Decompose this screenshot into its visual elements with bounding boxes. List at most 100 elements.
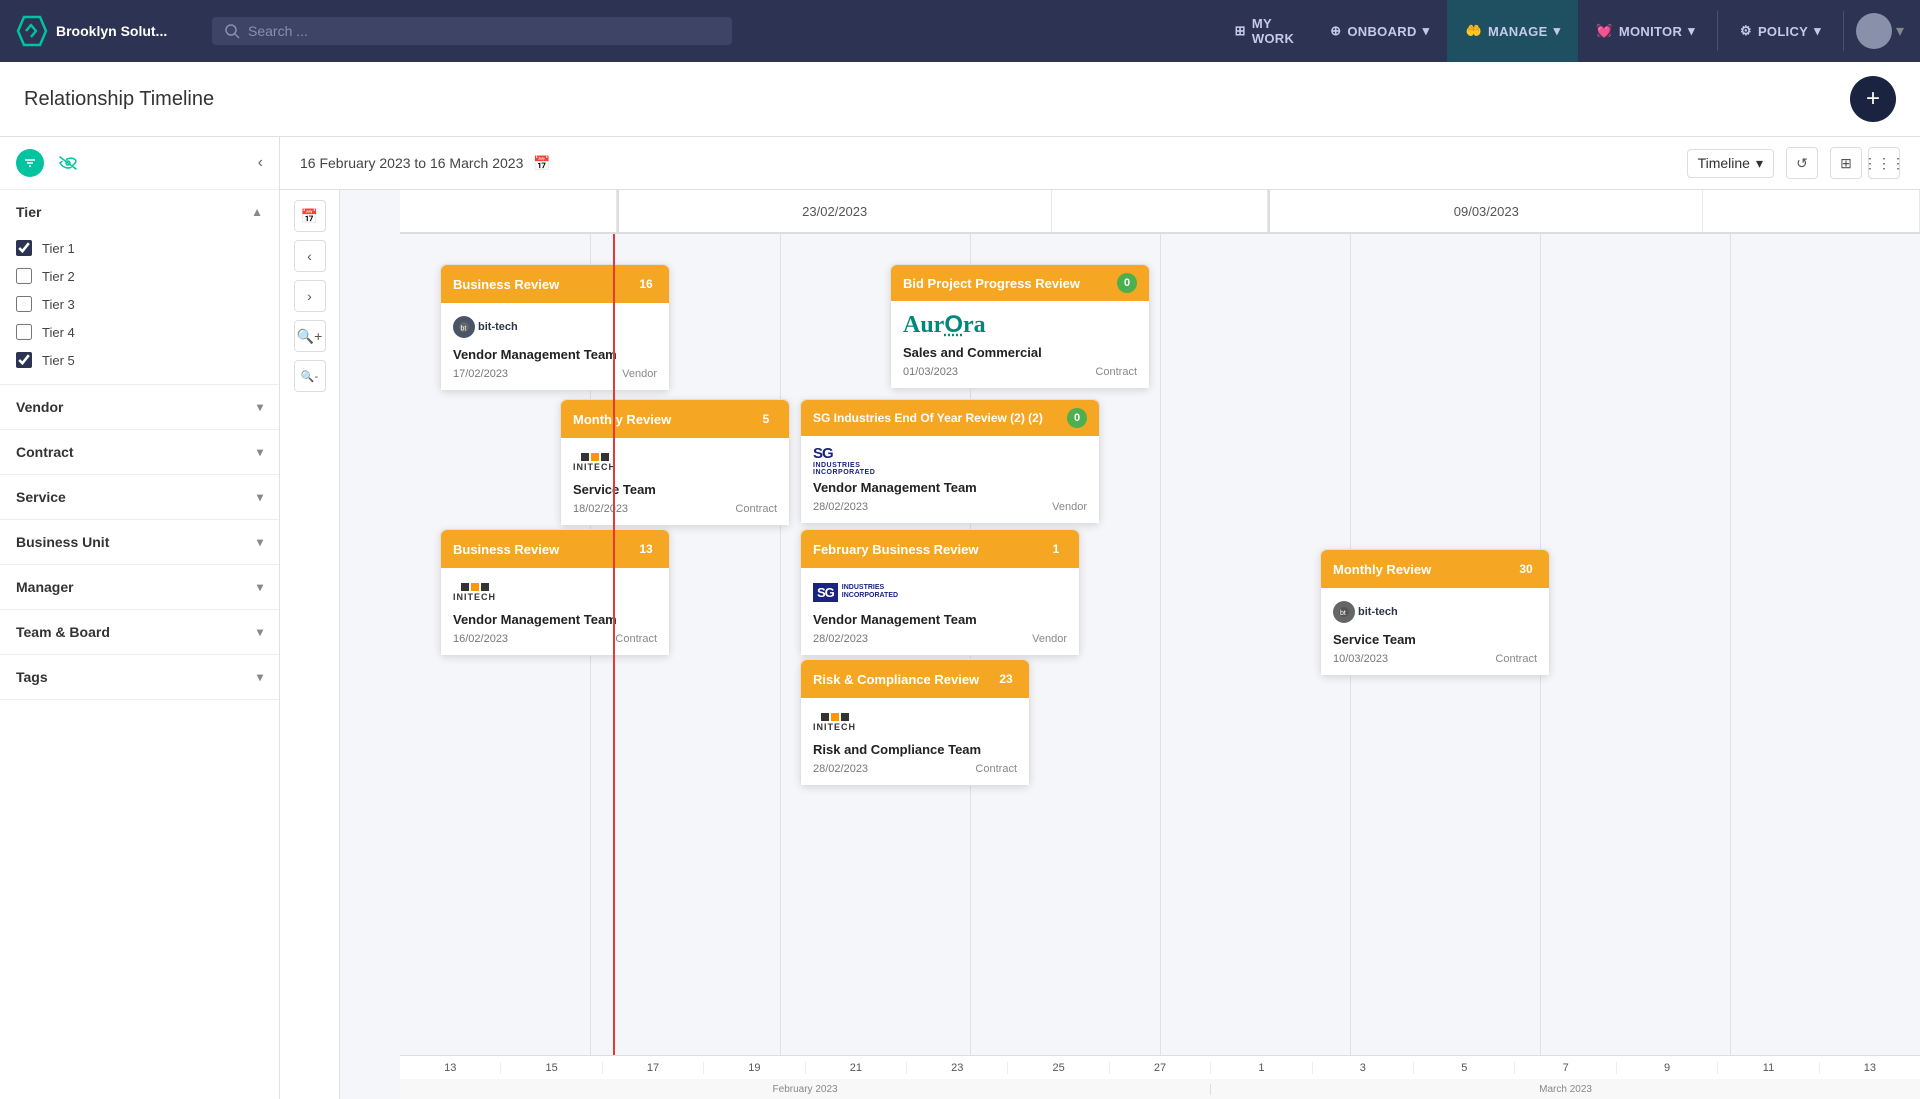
initech-logo: INITECH [813,713,856,732]
nav-my-work[interactable]: ⊞ MYWORK [1217,0,1313,62]
timeline-toolbar: 16 February 2023 to 16 March 2023 📅 Time… [280,137,1920,190]
contract-chevron: ▾ [257,445,263,459]
date-cell-23-label: 23/02/2023 [617,190,1052,232]
card-sg-industries[interactable]: SG Industries End Of Year Review (2) (2)… [800,399,1100,524]
logo: INITECH [813,708,1017,736]
business-unit-section: Business Unit ▾ [0,520,279,565]
filter-badge[interactable] [16,149,44,177]
nav-divider-2 [1843,11,1844,51]
card-risk-compliance[interactable]: Risk & Compliance Review 23 [800,659,1030,786]
refresh-button[interactable]: ↺ [1786,147,1818,179]
card-header: Risk & Compliance Review 23 [801,660,1029,698]
tier2-item: Tier 2 [0,262,279,290]
tier2-checkbox[interactable] [16,268,32,284]
contract-label: Contract [16,444,74,460]
card-body: INITECH Service Team 18/02/2023 Contract [561,438,789,525]
card-header: Bid Project Progress Review 0 [891,265,1149,301]
date-cell-09: 09/03/2023 [1268,190,1703,232]
main-layout: ‹ Tier ▲ Tier 1 Tier 2 Tier 3 Tier 4 [0,137,1920,1099]
page-header: Relationship Timeline + [0,62,1920,137]
nav-monitor[interactable]: 💓 MONITOR ▾ [1578,0,1713,62]
tier3-checkbox[interactable] [16,296,32,312]
tier3-item: Tier 3 [0,290,279,318]
timeline-view-select[interactable]: Timeline ▾ [1687,149,1774,178]
filter-icon [23,156,37,170]
eye-off-icon[interactable] [54,149,82,177]
tier1-label: Tier 1 [42,241,75,256]
tier4-label: Tier 4 [42,325,75,340]
add-button[interactable]: + [1850,76,1896,122]
sidebar-collapse-button[interactable]: ‹ [258,154,263,172]
tags-chevron: ▾ [257,670,263,684]
card-business-review-2[interactable]: Business Review 13 [440,529,670,656]
zoom-in-button[interactable]: 🔍+ [294,320,326,352]
chevron-down-icon[interactable]: ▾ [1896,21,1904,41]
chevron-down-icon: ▾ [1688,23,1695,39]
timeline-content: 16 February 2023 to 16 March 2023 📅 Time… [280,137,1920,1099]
next-button[interactable]: › [294,280,326,312]
user-avatar[interactable] [1856,13,1892,49]
grid-line-4 [1160,234,1161,1055]
card-header: Monthly Review 5 [561,400,789,438]
sidebar-header: ‹ [0,137,279,190]
app-logo[interactable]: Brooklyn Solut... [16,15,196,47]
team-board-section: Team & Board ▾ [0,610,279,655]
tier-section-header[interactable]: Tier ▲ [0,190,279,234]
business-unit-chevron: ▾ [257,535,263,549]
timeline-grid: 📅 ‹ › 🔍+ 🔍- 23/02/2023 09/03/2023 [280,190,1920,1099]
calendar-icon[interactable]: 📅 [533,155,550,172]
grid-view-button[interactable]: ⊞ [1830,147,1862,179]
card-monthly-review-2[interactable]: Monthly Review 30 bt bit-tech [1320,549,1550,676]
chevron-down-icon: ▾ [1814,23,1821,39]
card-monthly-review-1[interactable]: Monthly Review 5 [560,399,790,526]
tier1-checkbox[interactable] [16,240,32,256]
card-bid-project[interactable]: Bid Project Progress Review 0 AurOra Sal… [890,264,1150,389]
manager-section-header[interactable]: Manager ▾ [0,565,279,609]
tags-section-header[interactable]: Tags ▾ [0,655,279,699]
nav-items: ⊞ MYWORK ⊕ ONBOARD ▾ 🤲 MANAGE ▾ 💓 MONITO… [1217,0,1904,62]
timeline-nav: 📅 ‹ › 🔍+ 🔍- [280,190,340,1099]
timeline-ruler: 13 15 17 19 21 23 25 27 1 3 5 7 9 11 [400,1055,1920,1099]
logo: INITECH [453,578,657,606]
tier5-checkbox[interactable] [16,352,32,368]
vendor-section-header[interactable]: Vendor ▾ [0,385,279,429]
date-cell-23 [400,190,617,232]
tier2-label: Tier 2 [42,269,75,284]
service-section-header[interactable]: Service ▾ [0,475,279,519]
service-label: Service [16,489,66,505]
prev-button[interactable]: ‹ [294,240,326,272]
sidebar: ‹ Tier ▲ Tier 1 Tier 2 Tier 3 Tier 4 [0,137,280,1099]
card-body: INITECH Vendor Management Team 16/02/202… [441,568,669,655]
card-business-review-1[interactable]: Business Review 16 bt bit-tech [440,264,670,391]
vendor-section: Vendor ▾ [0,385,279,430]
card-header: Business Review 16 [441,265,669,303]
contract-section-header[interactable]: Contract ▾ [0,430,279,474]
tier4-checkbox[interactable] [16,324,32,340]
nav-policy[interactable]: ⚙ POLICY ▾ [1722,0,1839,62]
svg-text:bt: bt [461,326,467,333]
contract-section: Contract ▾ [0,430,279,475]
timeline-view-label: Timeline [1698,155,1750,171]
search-input[interactable] [248,23,720,39]
team-board-label: Team & Board [16,624,110,640]
card-header: February Business Review 1 [801,530,1079,568]
logo: bt bit-tech [1333,598,1537,626]
column-view-button[interactable]: ⋮⋮⋮ [1868,147,1900,179]
team-board-chevron: ▾ [257,625,263,639]
card-feb-business-review[interactable]: February Business Review 1 SG INDUSTRIES… [800,529,1080,656]
calendar-nav-button[interactable]: 📅 [294,200,326,232]
nav-manage[interactable]: 🤲 MANAGE ▾ [1447,0,1578,62]
nav-onboard[interactable]: ⊕ ONBOARD ▾ [1312,0,1447,62]
chevron-down-icon: ▾ [1756,155,1763,172]
zoom-out-button[interactable]: 🔍- [294,360,326,392]
date-range: 16 February 2023 to 16 March 2023 📅 [300,155,551,172]
initech-logo: INITECH [573,453,616,472]
card-body: SG INDUSTRIESINCORPORATED Vendor Managem… [801,436,1099,523]
tier1-item: Tier 1 [0,234,279,262]
business-unit-section-header[interactable]: Business Unit ▾ [0,520,279,564]
sgindustries2-logo: SG INDUSTRIESINCORPORATED [813,583,898,602]
tier5-label: Tier 5 [42,353,75,368]
chevron-down-icon: ▾ [1554,23,1561,39]
search-bar[interactable] [212,17,732,45]
team-board-section-header[interactable]: Team & Board ▾ [0,610,279,654]
